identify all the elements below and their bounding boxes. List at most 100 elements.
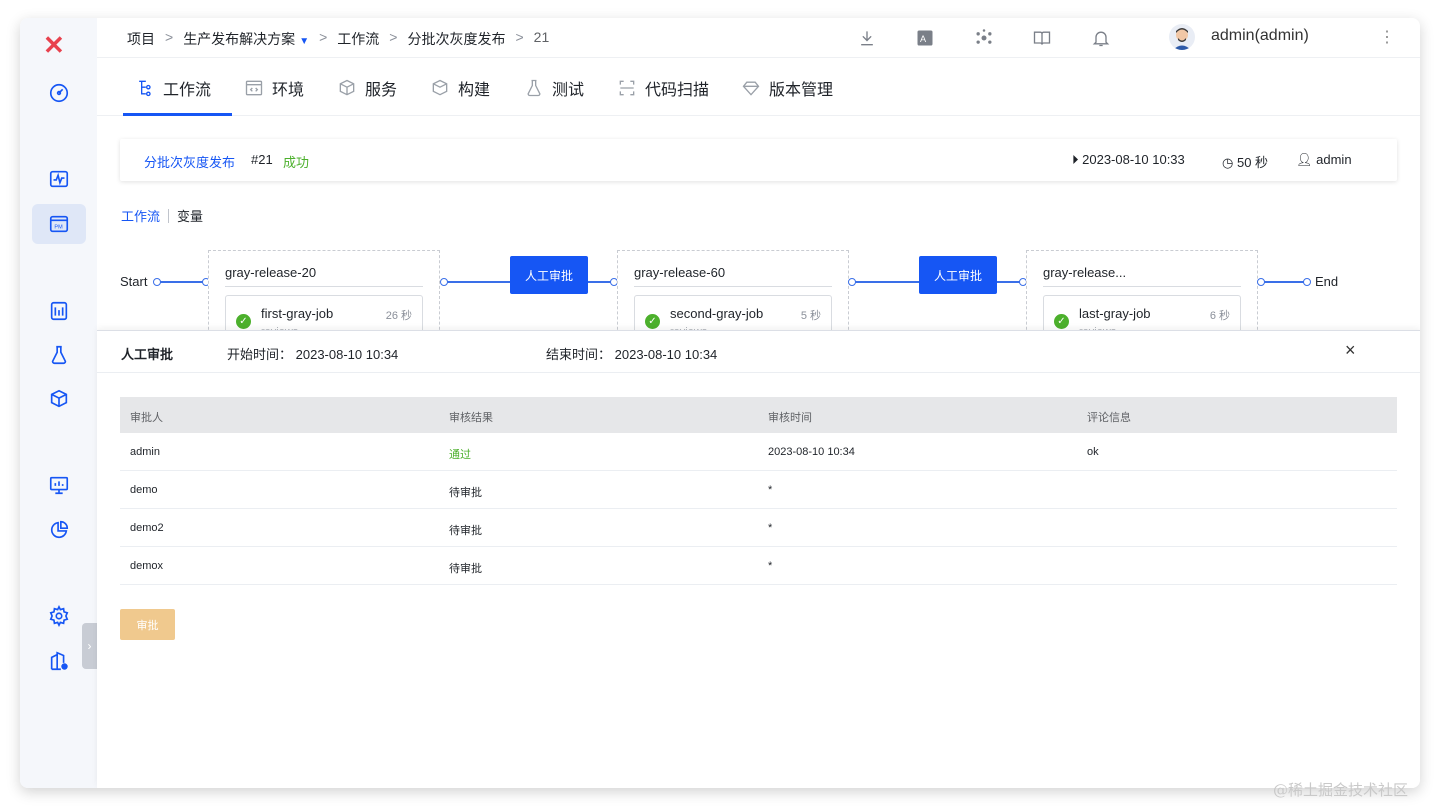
table-row: admin 通过 2023-08-10 10:34 ok xyxy=(120,433,1397,471)
manual-approval-gate[interactable]: 人工审批 xyxy=(510,256,588,294)
caret-down-icon[interactable]: ▼ xyxy=(299,36,309,47)
panel-title: 人工审批 xyxy=(121,347,174,362)
user-name[interactable]: admin(admin) xyxy=(1211,27,1309,45)
breadcrumb-item-workflow-name[interactable]: 分批次灰度发布 xyxy=(407,29,505,49)
flow-line xyxy=(160,281,208,283)
watermark: @稀土掘金技术社区 xyxy=(1273,781,1409,799)
flask-test-icon xyxy=(527,79,541,97)
scan-icon xyxy=(619,80,635,96)
job-card[interactable]: ✓ first-gray-job 26 秒 reviews xyxy=(225,295,423,330)
settings-gear-icon[interactable] xyxy=(44,601,74,631)
plugin-hub-icon[interactable] xyxy=(973,27,995,49)
sidebar-collapse-toggle[interactable]: › xyxy=(82,623,97,669)
module-tabs: 工作流 环境 服务 构建 测试 代码扫描 版本管理 xyxy=(97,58,1420,116)
breadcrumb-item-workflow[interactable]: 工作流 xyxy=(337,29,379,49)
success-check-icon: ✓ xyxy=(236,314,251,329)
column-header-comment: 评论信息 xyxy=(1087,412,1131,424)
more-menu-icon[interactable]: ⋮ xyxy=(1379,27,1395,47)
tab-label: 测试 xyxy=(552,82,585,99)
tab-test[interactable]: 测试 xyxy=(524,76,584,100)
notification-bell-icon[interactable] xyxy=(1090,27,1112,49)
flow-connector-dot xyxy=(1303,278,1311,286)
activity-monitor-icon[interactable] xyxy=(44,164,74,194)
run-start-time: ⏵ 2023-08-10 10:33 xyxy=(1072,152,1185,168)
active-tab-indicator xyxy=(123,113,232,116)
main-content: 项目 > 生产发布解决方案 ▼ > 工作流 > 分批次灰度发布 > 21 A a… xyxy=(97,18,1420,788)
svg-text:PM: PM xyxy=(54,225,63,231)
user-icon: 👤︎ xyxy=(1296,152,1313,167)
close-icon[interactable]: × xyxy=(1345,340,1356,361)
tab-label: 代码扫描 xyxy=(645,82,710,99)
subtab-workflow[interactable]: 工作流 xyxy=(121,206,160,225)
project-management-icon[interactable]: PM xyxy=(44,209,74,239)
play-circle-icon: ⏵ xyxy=(1072,152,1079,167)
tab-code-scan[interactable]: 代码扫描 xyxy=(617,76,709,100)
job-name: last-gray-job xyxy=(1079,306,1151,321)
approval-detail-panel: 人工审批 开始时间： 2023-08-10 10:34 结束时间： 2023-0… xyxy=(97,330,1420,788)
breadcrumb: 项目 > 生产发布解决方案 ▼ > 工作流 > 分批次灰度发布 > 21 xyxy=(127,29,549,49)
table-row: demo 待审批 * xyxy=(120,471,1397,509)
run-duration: ◷ 50 秒 xyxy=(1222,152,1268,171)
cell-time: * xyxy=(768,522,773,534)
job-duration: 26 秒 xyxy=(385,310,412,322)
tab-workflow[interactable]: 工作流 xyxy=(135,76,211,100)
flow-line xyxy=(1264,281,1304,283)
breadcrumb-item-run-id: 21 xyxy=(533,29,550,45)
job-duration: 6 秒 xyxy=(1209,310,1230,322)
artifact-cube-icon[interactable] xyxy=(44,384,74,414)
job-name: first-gray-job xyxy=(261,306,334,321)
tab-service[interactable]: 服务 xyxy=(337,76,397,100)
cell-time: * xyxy=(768,484,773,496)
cell-time: * xyxy=(768,560,773,572)
job-card[interactable]: ✓ last-gray-job 6 秒 reviews xyxy=(1043,295,1241,330)
logo-icon[interactable]: ✕ xyxy=(43,30,65,61)
download-icon[interactable] xyxy=(856,27,878,49)
pie-chart-icon[interactable] xyxy=(44,515,74,545)
tab-label: 环境 xyxy=(272,82,305,99)
test-flask-icon[interactable] xyxy=(44,340,74,370)
start-time-value: 2023-08-10 10:34 xyxy=(295,347,399,362)
manual-approval-gate[interactable]: 人工审批 xyxy=(919,256,997,294)
breadcrumb-item-project[interactable]: 项目 xyxy=(127,29,155,49)
breadcrumb-solution-label: 生产发布解决方案 xyxy=(183,31,296,47)
dashboard-icon[interactable] xyxy=(44,78,74,108)
job-name: second-gray-job xyxy=(670,306,764,321)
run-start-time-value: 2023-08-10 10:33 xyxy=(1082,152,1185,167)
tab-environment[interactable]: 环境 xyxy=(244,76,304,100)
monitor-chart-icon[interactable] xyxy=(44,470,74,500)
breadcrumb-item-solution[interactable]: 生产发布解决方案 ▼ xyxy=(183,29,309,49)
stage-card[interactable]: gray-release-60 ✓ second-gray-job 5 秒 re… xyxy=(617,250,849,330)
detail-subtabs: 工作流 变量 xyxy=(121,206,203,225)
subtab-variables[interactable]: 变量 xyxy=(177,206,203,225)
column-header-result: 审核结果 xyxy=(449,412,493,424)
stage-card[interactable]: gray-release-20 ✓ first-gray-job 26 秒 re… xyxy=(208,250,440,330)
app-window: ✕ PM › 项目 > 生产发布解决方案 ▼ > 工作流 > 分批次灰度发布 >… xyxy=(20,18,1420,788)
run-user-value: admin xyxy=(1316,152,1352,167)
run-duration-value: 50 秒 xyxy=(1236,155,1269,170)
panel-start-time: 开始时间： 2023-08-10 10:34 xyxy=(227,344,398,363)
success-check-icon: ✓ xyxy=(1054,314,1069,329)
tab-label: 版本管理 xyxy=(769,82,834,99)
docs-book-icon[interactable] xyxy=(1031,27,1053,49)
stage-title: gray-release... xyxy=(1043,265,1241,287)
cell-approver: demox xyxy=(130,560,164,572)
top-bar: 项目 > 生产发布解决方案 ▼ > 工作流 > 分批次灰度发布 > 21 A a… xyxy=(97,18,1420,58)
enterprise-building-icon[interactable] xyxy=(44,646,74,676)
start-time-label: 开始时间： xyxy=(227,347,293,362)
avatar[interactable] xyxy=(1169,24,1195,50)
tab-version-management[interactable]: 版本管理 xyxy=(741,76,833,100)
run-workflow-name[interactable]: 分批次灰度发布 xyxy=(144,152,235,171)
end-time-value: 2023-08-10 10:34 xyxy=(614,347,718,362)
approve-button[interactable]: 审批 xyxy=(120,609,175,640)
tab-label: 构建 xyxy=(458,82,491,99)
translate-icon[interactable]: A xyxy=(914,27,936,49)
diamond-version-icon xyxy=(742,81,760,96)
stage-card[interactable]: gray-release... ✓ last-gray-job 6 秒 revi… xyxy=(1026,250,1258,330)
breadcrumb-separator: > xyxy=(389,29,398,45)
cell-result: 待审批 xyxy=(449,563,482,575)
cell-comment: ok xyxy=(1087,446,1099,458)
report-icon[interactable] xyxy=(44,296,74,326)
tab-build[interactable]: 构建 xyxy=(430,76,490,100)
code-env-icon xyxy=(245,80,263,96)
job-card[interactable]: ✓ second-gray-job 5 秒 reviews xyxy=(634,295,832,330)
